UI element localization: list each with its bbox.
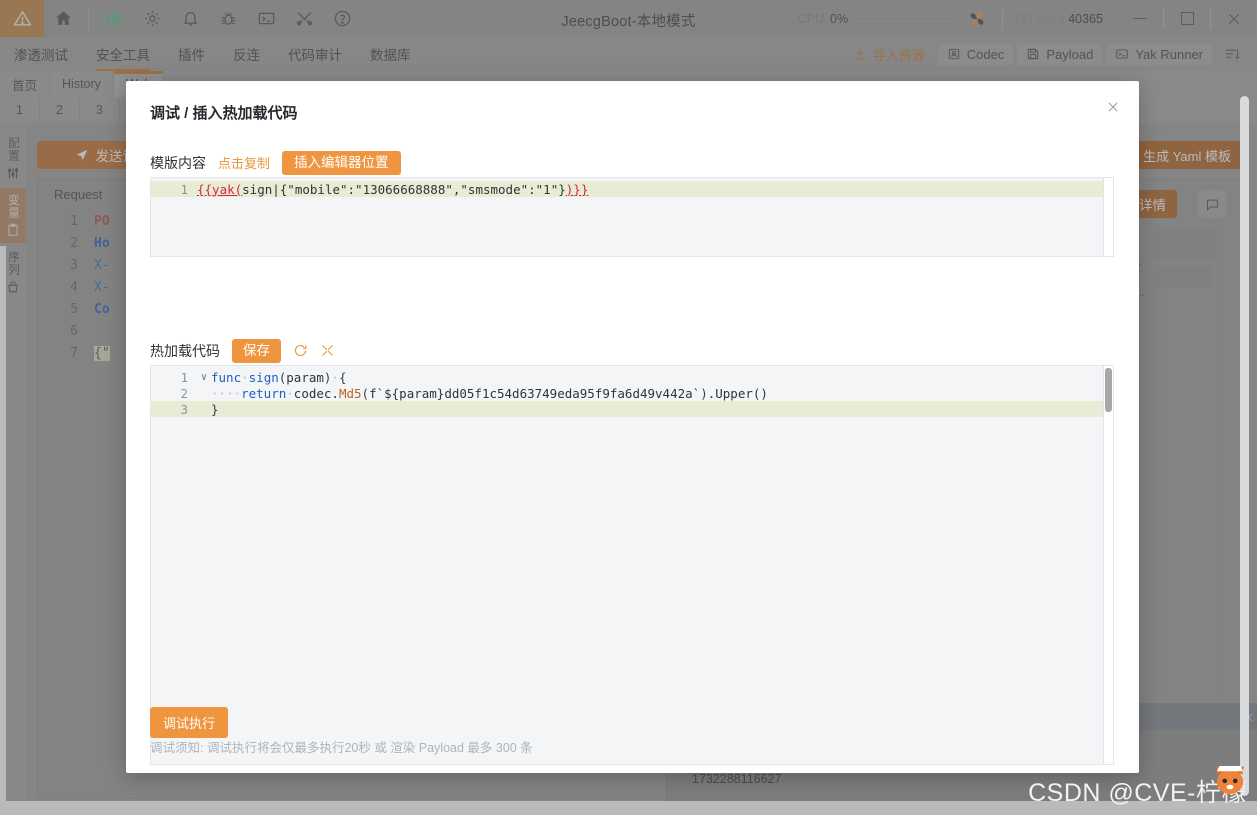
hotload-code-text: func·sign(param)·{ — [211, 370, 347, 385]
hotload-code-line: 3 } — [151, 401, 1113, 417]
template-section-toolbar: 模版内容 点击复制 插入编辑器位置 — [150, 151, 401, 175]
hotload-code-line: 1 ∨ func·sign(param)·{ — [151, 369, 1113, 385]
template-code-text: {{yak(sign|{"mobile":"13066668888","smsm… — [197, 182, 588, 197]
hotload-editor-scrollbar[interactable] — [1104, 366, 1113, 764]
template-line-number: 1 — [151, 182, 197, 197]
hotload-line-number: 1 — [151, 370, 197, 385]
template-section-label: 模版内容 — [150, 153, 206, 173]
hotload-line-number: 2 — [151, 386, 197, 401]
fox-mascot-icon — [1209, 759, 1251, 801]
hotload-section-toolbar: 热加载代码 保存 — [150, 339, 335, 363]
hotload-code-editor[interactable]: 1 ∨ func·sign(param)·{ 2 ····return·code… — [150, 365, 1114, 765]
modal-title: 调试 / 插入热加载代码 — [150, 102, 298, 123]
copy-template-link[interactable]: 点击复制 — [218, 153, 270, 172]
save-button[interactable]: 保存 — [232, 339, 281, 363]
modal-close-icon[interactable] — [1099, 93, 1127, 121]
debug-hint-text: 调试须知: 调试执行将会仅最多执行20秒 或 渲染 Payload 最多 300… — [150, 737, 533, 756]
hotload-code-line: 2 ····return·codec.Md5(f`${param}dd05f1c… — [151, 385, 1113, 401]
application-window: JeecgBoot-本地模式 CPU 0% 127.0.0.1 40365 — [0, 0, 1257, 815]
hotload-code-text: ····return·codec.Md5(f`${param}dd05f1c54… — [211, 386, 768, 401]
page-scrollbar[interactable] — [1240, 96, 1249, 796]
template-content-editor[interactable]: 1 {{yak(sign|{"mobile":"13066668888","sm… — [150, 177, 1114, 257]
fold-chevron-icon[interactable]: ∨ — [197, 372, 211, 383]
hotload-scroll-thumb[interactable] — [1105, 368, 1112, 412]
hotload-code-text: } — [211, 402, 219, 417]
hotload-debug-modal: 调试 / 插入热加载代码 模版内容 点击复制 插入编辑器位置 1 {{yak(s… — [126, 81, 1139, 773]
template-editor-scrollbar[interactable] — [1104, 178, 1113, 256]
hotload-line-number: 3 — [151, 402, 197, 417]
refresh-icon[interactable] — [293, 343, 308, 358]
expand-icon[interactable] — [320, 343, 335, 358]
template-code-line: 1 {{yak(sign|{"mobile":"13066668888","sm… — [151, 181, 1113, 197]
hotload-section-label: 热加载代码 — [150, 341, 220, 361]
insert-at-editor-button[interactable]: 插入编辑器位置 — [282, 151, 401, 175]
page-scroll-thumb[interactable] — [1240, 96, 1249, 796]
run-debug-button[interactable]: 调试执行 — [150, 707, 228, 738]
